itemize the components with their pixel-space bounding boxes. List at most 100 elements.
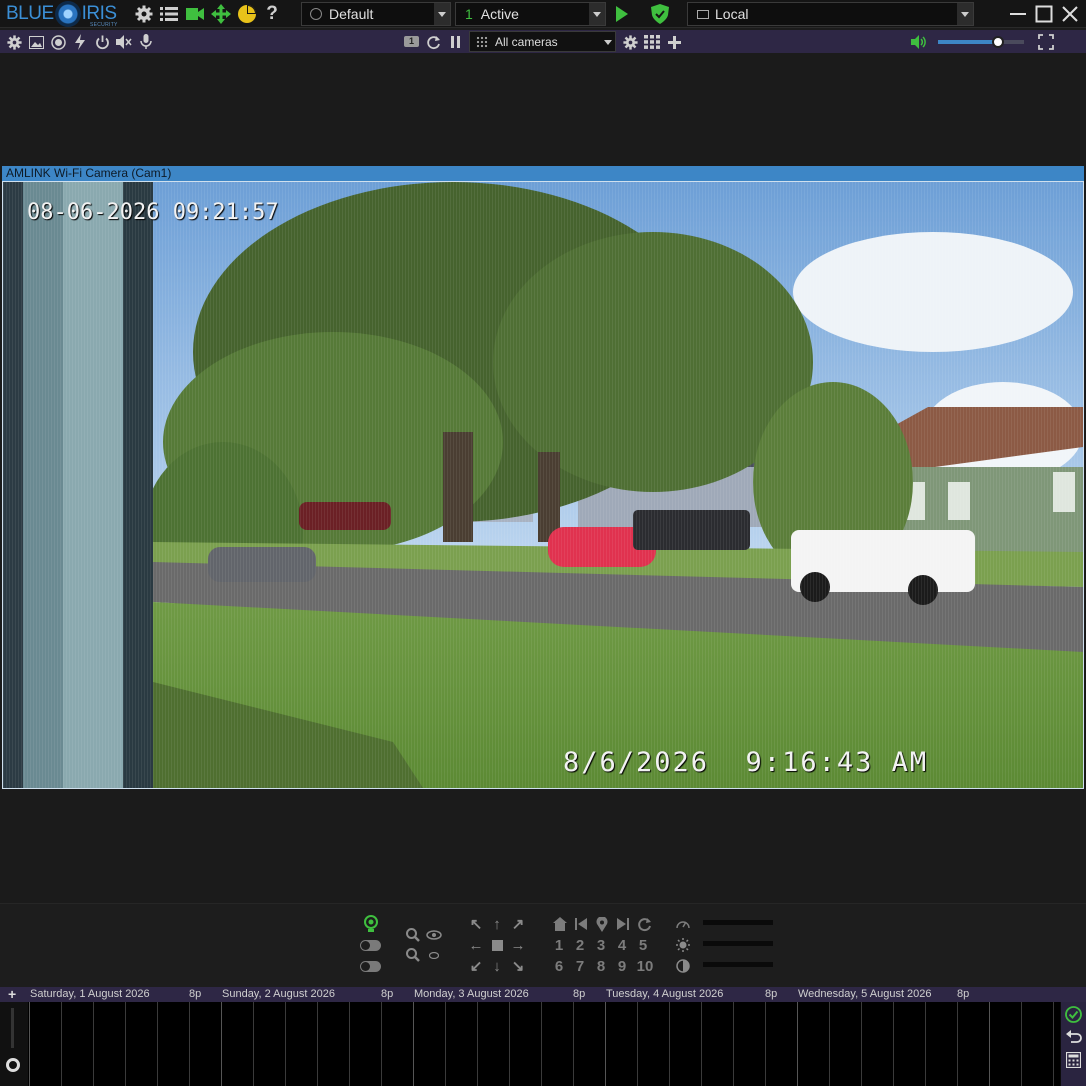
home-icon[interactable] — [551, 915, 569, 933]
preset-2[interactable]: 2 — [569, 937, 591, 954]
fullscreen-icon[interactable] — [1037, 33, 1055, 51]
preset-4[interactable]: 4 — [611, 937, 633, 954]
pan-up-left-icon[interactable]: ↖ — [467, 915, 485, 933]
pan-up-icon[interactable]: ↑ — [488, 915, 506, 933]
timeline-gridline — [221, 1002, 222, 1086]
ptz-move-icon[interactable] — [210, 3, 232, 25]
snapshot-icon[interactable] — [27, 33, 45, 51]
record-icon[interactable] — [49, 33, 67, 51]
group-badge: 1 — [404, 36, 419, 47]
timeline-zoom-track[interactable] — [11, 1008, 14, 1048]
layout-settings-icon[interactable] — [621, 33, 639, 51]
add-icon[interactable] — [665, 33, 683, 51]
timeline-gridline — [893, 1002, 894, 1086]
preset-1[interactable]: 1 — [548, 937, 570, 954]
close-icon[interactable] — [1058, 2, 1082, 26]
timeline-gridline — [861, 1002, 862, 1086]
lightbulb-icon[interactable] — [362, 915, 380, 933]
preset-3[interactable]: 3 — [590, 937, 612, 954]
preset-5[interactable]: 5 — [632, 937, 654, 954]
timeline-gridline — [381, 1002, 382, 1086]
pan-stop-icon[interactable] — [488, 936, 506, 954]
pan-right-icon[interactable]: → — [509, 936, 527, 954]
cycle-icon[interactable] — [635, 915, 653, 933]
schedule-dropdown[interactable]: 1 Active — [455, 2, 606, 26]
timeline-gridline — [509, 1002, 510, 1086]
zoom-in-icon[interactable] — [404, 926, 422, 944]
preset-10[interactable]: 10 — [632, 958, 658, 975]
preset-9[interactable]: 9 — [611, 958, 633, 975]
timeline-grid[interactable] — [28, 1002, 1060, 1086]
refresh-icon[interactable] — [424, 33, 442, 51]
connection-dropdown-value: Local — [715, 6, 749, 22]
profile-dropdown[interactable]: Default — [301, 2, 451, 26]
chevron-down-icon — [957, 3, 973, 25]
logo-eye-icon — [54, 1, 81, 27]
pan-down-icon[interactable]: ↓ — [488, 957, 506, 975]
camera-group-value: All cameras — [495, 34, 558, 49]
mute-icon[interactable] — [115, 33, 133, 51]
location-pin-icon[interactable] — [593, 915, 611, 933]
pan-down-left-icon[interactable]: ↙ — [467, 957, 485, 975]
volume-slider[interactable] — [938, 36, 1024, 48]
toggle-switch-2[interactable] — [360, 961, 381, 972]
next-preset-icon[interactable] — [614, 915, 632, 933]
play-icon[interactable] — [611, 3, 633, 25]
day-marker-3: 8p — [573, 988, 586, 1000]
timeline-gridline — [957, 1002, 958, 1086]
day-label-3: Monday, 3 August 2026 — [414, 988, 529, 1000]
clock-icon — [310, 8, 322, 20]
shield-icon[interactable] — [649, 3, 671, 25]
day-marker-4: 8p — [765, 988, 778, 1000]
previous-preset-icon[interactable] — [572, 915, 590, 933]
camera-clip-icon[interactable] — [184, 3, 206, 25]
list-icon[interactable] — [158, 3, 180, 25]
focus-eye-small-icon[interactable] — [425, 946, 443, 964]
contrast-slider[interactable] — [703, 962, 773, 967]
undo-icon[interactable] — [1066, 1029, 1082, 1045]
camera-group-dropdown[interactable]: All cameras — [469, 31, 616, 52]
preset-8[interactable]: 8 — [590, 958, 612, 975]
calculator-icon[interactable] — [1065, 1051, 1082, 1069]
timeline-zoom-handle[interactable] — [6, 1058, 20, 1072]
camera-image — [3, 182, 1083, 788]
timeline-gridline — [989, 1002, 990, 1086]
zoom-out-icon[interactable] — [404, 946, 422, 964]
day-marker-2: 8p — [381, 988, 394, 1000]
day-label-2: Sunday, 2 August 2026 — [222, 988, 335, 1000]
camera-settings-icon[interactable] — [5, 33, 23, 51]
schedule-dropdown-value: Active — [480, 6, 519, 22]
maximize-icon[interactable] — [1032, 2, 1056, 26]
speed-gauge-icon — [674, 915, 692, 933]
pause-icon[interactable] — [447, 33, 465, 51]
check-circle-icon[interactable] — [1065, 1006, 1082, 1023]
grid-layout-icon[interactable] — [643, 33, 661, 51]
help-icon[interactable]: ? — [261, 3, 283, 25]
preset-6[interactable]: 6 — [548, 958, 570, 975]
connection-dropdown[interactable]: Local — [687, 2, 974, 26]
trigger-bolt-icon[interactable] — [71, 33, 89, 51]
blue-iris-logo: BLUE IRIS SECURITY — [6, 1, 117, 28]
toggle-switch-1[interactable] — [360, 940, 381, 951]
timeline-add-icon[interactable]: + — [8, 986, 16, 1002]
grid-dots-icon — [476, 35, 488, 48]
pan-up-right-icon[interactable]: ↗ — [509, 915, 527, 933]
pan-left-icon[interactable]: ← — [467, 936, 485, 954]
microphone-icon[interactable] — [137, 33, 155, 51]
timeline-gridline — [157, 1002, 158, 1086]
day-label-4: Tuesday, 4 August 2026 — [606, 988, 724, 1000]
pie-chart-icon[interactable] — [236, 3, 258, 25]
brightness-slider[interactable] — [703, 941, 773, 946]
preset-7[interactable]: 7 — [569, 958, 591, 975]
power-icon[interactable] — [93, 33, 111, 51]
camera-live-view[interactable]: 08-06-2026 09:21:57 8/6/2026 9:16:43 AM — [2, 181, 1084, 789]
minimize-icon[interactable] — [1006, 2, 1030, 26]
timeline-gridline — [445, 1002, 446, 1086]
camera-title-bar[interactable]: AMLINK Wi-Fi Camera (Cam1) — [2, 166, 1084, 181]
focus-eye-icon[interactable] — [425, 926, 443, 944]
speed-slider[interactable] — [703, 920, 773, 925]
pan-down-right-icon[interactable]: ↘ — [509, 957, 527, 975]
volume-slider-handle[interactable] — [992, 36, 1005, 48]
settings-gear-icon[interactable] — [133, 3, 155, 25]
volume-icon[interactable] — [910, 33, 928, 51]
